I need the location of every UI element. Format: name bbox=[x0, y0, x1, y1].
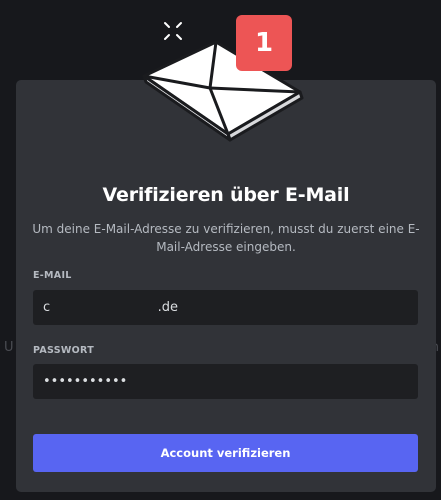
background-text-left: U bbox=[4, 340, 14, 355]
password-label: PASSWORT bbox=[33, 345, 95, 356]
password-field[interactable]: ••••••••••• bbox=[33, 364, 418, 399]
email-field[interactable]: c .de bbox=[33, 290, 418, 325]
modal-title: Verifizieren über E-Mail bbox=[102, 184, 350, 206]
envelope-icon bbox=[142, 40, 304, 142]
notification-badge: 1 bbox=[236, 15, 292, 71]
verify-account-button[interactable]: Account verifizieren bbox=[33, 434, 418, 472]
modal-subtitle: Um deine E-Mail-Adresse zu verifizieren,… bbox=[32, 222, 420, 254]
email-label: E-MAIL bbox=[33, 270, 72, 281]
